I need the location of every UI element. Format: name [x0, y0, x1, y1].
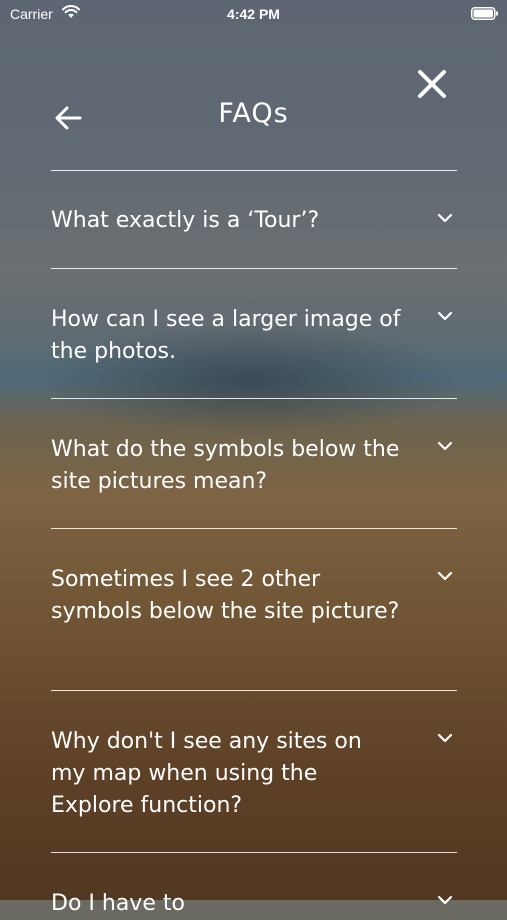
faq-item[interactable]: Sometimes I see 2 other symbols below th…	[51, 529, 457, 690]
faq-item[interactable]: What do the symbols below the site pictu…	[51, 399, 457, 528]
chevron-down-icon	[437, 311, 453, 321]
faq-item[interactable]: Why don't I see any sites on my map when…	[51, 691, 457, 852]
status-time: 4:42 PM	[227, 6, 280, 22]
faq-question: How can I see a larger image of the phot…	[51, 307, 401, 364]
chevron-down-icon	[437, 895, 453, 905]
page-title: FAQs	[218, 98, 289, 129]
faq-list: What exactly is a ‘Tour’? How can I see …	[51, 170, 457, 916]
faq-question: Sometimes I see 2 other symbols below th…	[51, 567, 400, 624]
faq-question: What exactly is a ‘Tour’?	[51, 208, 320, 233]
status-bar: Carrier 4:42 PM	[0, 0, 507, 28]
close-icon	[418, 70, 446, 98]
faq-question: Why don't I see any sites on my map when…	[51, 729, 362, 818]
faq-question: What do the symbols below the site pictu…	[51, 437, 400, 494]
chevron-down-icon	[437, 571, 453, 581]
close-button[interactable]	[414, 66, 450, 102]
battery-icon	[471, 7, 498, 20]
faq-item[interactable]: What exactly is a ‘Tour’?	[51, 171, 457, 268]
faq-item[interactable]: Do I have to	[51, 853, 457, 916]
chevron-down-icon	[437, 213, 453, 223]
faq-question: Do I have to	[51, 891, 185, 916]
chevron-down-icon	[437, 733, 453, 743]
chevron-down-icon	[437, 441, 453, 451]
faq-item[interactable]: How can I see a larger image of the phot…	[51, 269, 457, 398]
